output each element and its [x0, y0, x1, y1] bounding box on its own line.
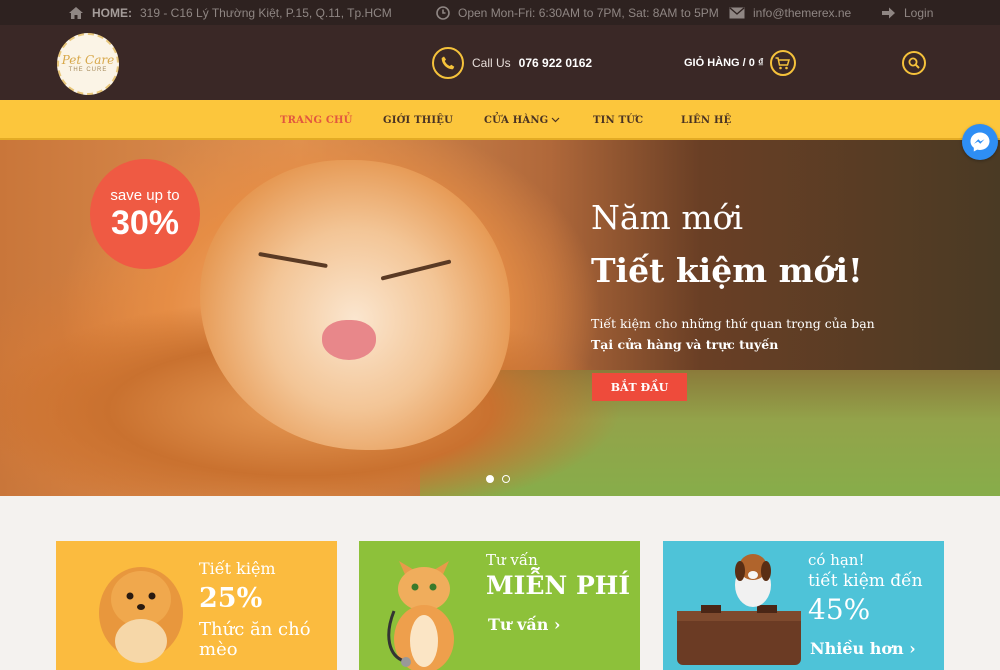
promo-card-consult[interactable]: Tư vấn MIỄN PHÍ Tư vấn › [359, 541, 640, 670]
slider-dot-1[interactable] [486, 475, 494, 483]
sale-badge-percent: 30% [110, 203, 180, 242]
top-bar: HOME: 319 - C16 Lý Thường Kiệt, P.15, Q.… [0, 0, 1000, 25]
sign-in-icon [882, 7, 895, 18]
mail-icon [729, 6, 745, 18]
call-us[interactable]: Call Us 076 922 0162 [432, 47, 592, 79]
hours-text: Open Mon-Fri: 6:30AM to 7PM, Sat: 8AM to… [458, 5, 719, 20]
address-text: 319 - C16 Lý Thường Kiệt, P.15, Q.11, Tp… [140, 5, 392, 20]
promo3-percent: 45% [808, 593, 871, 626]
promo3-line2: tiết kiệm đến [808, 571, 923, 591]
hero-subtitle-line2: Tại cửa hàng và trực tuyến [591, 337, 779, 352]
promo2-line1: Tư vấn [486, 551, 538, 569]
promo1-line3: Thức ăn chó [199, 619, 311, 640]
call-label: Call Us [472, 56, 511, 70]
email-text: info@themerex.ne [753, 5, 852, 20]
phone-number: 076 922 0162 [518, 56, 593, 70]
hours-info: Open Mon-Fri: 6:30AM to 7PM, Sat: 8AM to… [436, 0, 719, 25]
nav-item-shop[interactable]: CỬA HÀNG [484, 100, 560, 140]
email-link[interactable]: info@themerex.ne [729, 0, 851, 25]
logo-subtitle: THE CURE [68, 67, 108, 73]
nav-item-about[interactable]: GIỚI THIỆU [383, 100, 453, 140]
home-label: HOME: [92, 5, 132, 20]
slider-dot-2[interactable] [502, 475, 510, 483]
login-link[interactable]: Login [881, 0, 933, 25]
cart-link[interactable]: GIỎ HÀNG / 0 ₫ [684, 50, 796, 76]
sale-badge: save up to 30% [90, 159, 200, 269]
puppy-image [99, 567, 183, 663]
slider-dots [486, 475, 510, 483]
hero-slider: save up to 30% Năm mới Tiết kiệm mới! Ti… [0, 140, 1000, 496]
hero-title-line2: Tiết kiệm mới! [591, 251, 863, 290]
phone-icon [432, 47, 464, 79]
promo2-title: MIỄN PHÍ [486, 571, 631, 600]
promo2-link[interactable]: Tư vấn › [488, 615, 560, 634]
header: Pet Care THE CURE Call Us 076 922 0162 G… [0, 25, 1000, 100]
messenger-button[interactable] [962, 124, 998, 160]
start-button[interactable]: BẮT ĐẦU [592, 373, 687, 401]
address-info: HOME: 319 - C16 Lý Thường Kiệt, P.15, Q.… [68, 0, 392, 25]
search-icon [908, 57, 920, 69]
logo-title: Pet Care [61, 53, 115, 67]
login-text: Login [904, 5, 934, 20]
cart-icon [769, 50, 796, 76]
promo3-link[interactable]: Nhiều hơn › [810, 639, 916, 658]
logo[interactable]: Pet Care THE CURE [57, 33, 119, 95]
promo-card-limited[interactable]: có hạn! tiết kiệm đến 45% Nhiều hơn › [663, 541, 944, 670]
cart-label: GIỎ HÀNG / 0 ₫ [684, 57, 764, 69]
chevron-down-icon [551, 117, 560, 123]
promo1-line4: mèo [199, 639, 238, 660]
promo-card-food[interactable]: Tiết kiệm 25% Thức ăn chó mèo [56, 541, 337, 670]
hero-title-line1: Năm mới [591, 198, 744, 237]
home-icon [69, 6, 83, 19]
cat-nose [322, 320, 376, 360]
search-button[interactable] [902, 51, 926, 75]
main-nav: TRANG CHỦ GIỚI THIỆU CỬA HÀNG TIN TỨC LI… [0, 100, 1000, 140]
promo1-line1: Tiết kiệm [199, 559, 276, 578]
messenger-icon [970, 132, 990, 152]
hero-subtitle-line1: Tiết kiệm cho những thứ quan trọng của b… [591, 316, 875, 331]
nav-item-contact[interactable]: LIÊN HỆ [681, 100, 731, 140]
cat-image [387, 561, 454, 670]
nav-item-shop-label: CỬA HÀNG [484, 114, 549, 126]
nav-item-home[interactable]: TRANG CHỦ [280, 100, 353, 140]
promo1-percent: 25% [199, 583, 263, 614]
clock-icon [436, 5, 450, 20]
sale-badge-line1: save up to [110, 186, 180, 204]
promo3-line1: có hạn! [808, 551, 865, 569]
dog-on-suitcase-image [677, 554, 801, 665]
nav-item-news[interactable]: TIN TỨC [593, 100, 643, 140]
